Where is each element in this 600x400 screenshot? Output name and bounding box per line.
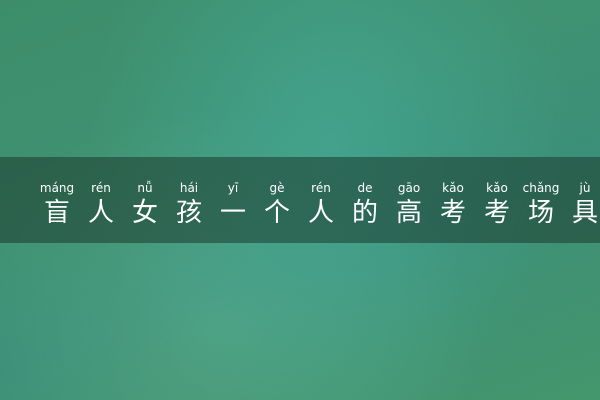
hanzi: 女 — [131, 198, 158, 228]
hanzi: 人 — [87, 198, 114, 228]
hanzi: 的 — [351, 198, 378, 228]
pinyin: nǚ — [137, 181, 153, 195]
hanzi: 具 — [571, 198, 598, 228]
char-cell: rén 人 — [84, 181, 118, 228]
pinyin: hái — [179, 181, 199, 195]
pinyin: rén — [311, 181, 331, 195]
hanzi: 高 — [395, 198, 422, 228]
hanzi: 人 — [307, 198, 334, 228]
char-cell: de 的 — [348, 181, 382, 228]
char-cell: kǎo 考 — [480, 181, 514, 228]
hanzi: 考 — [483, 198, 510, 228]
hanzi: 考 — [439, 198, 466, 228]
hanzi: 孩 — [175, 198, 202, 228]
char-cell: chǎng 场 — [522, 181, 560, 228]
hanzi: 个 — [263, 198, 290, 228]
hanzi: 场 — [527, 198, 554, 228]
char-cell: rén 人 — [304, 181, 338, 228]
pinyin: yī — [227, 181, 239, 195]
pinyin: máng — [39, 181, 75, 195]
hanzi: 一 — [219, 198, 246, 228]
pinyin: kǎo — [442, 181, 464, 195]
pinyin: rén — [91, 181, 111, 195]
char-cell: yī 一 — [216, 181, 250, 228]
char-cell: gè 个 — [260, 181, 294, 228]
char-cell: gāo 高 — [392, 181, 426, 228]
hanzi: 盲 — [43, 198, 70, 228]
char-cell: máng 盲 — [40, 181, 74, 228]
pinyin: chǎng — [522, 181, 560, 195]
char-cell: hái 孩 — [172, 181, 206, 228]
pinyin: gāo — [397, 181, 421, 195]
char-cell: jù 具 — [568, 181, 600, 228]
pinyin: gè — [269, 181, 285, 195]
char-cell: kǎo 考 — [436, 181, 470, 228]
pinyin: kǎo — [486, 181, 508, 195]
pinyin: de — [357, 181, 373, 195]
pinyin: jù — [579, 181, 591, 195]
title-text: máng 盲 rén 人 nǚ 女 hái 孩 yī 一 gè 个 rén 人 de 的 gāo… — [40, 181, 600, 228]
char-cell: nǚ 女 — [128, 181, 162, 228]
